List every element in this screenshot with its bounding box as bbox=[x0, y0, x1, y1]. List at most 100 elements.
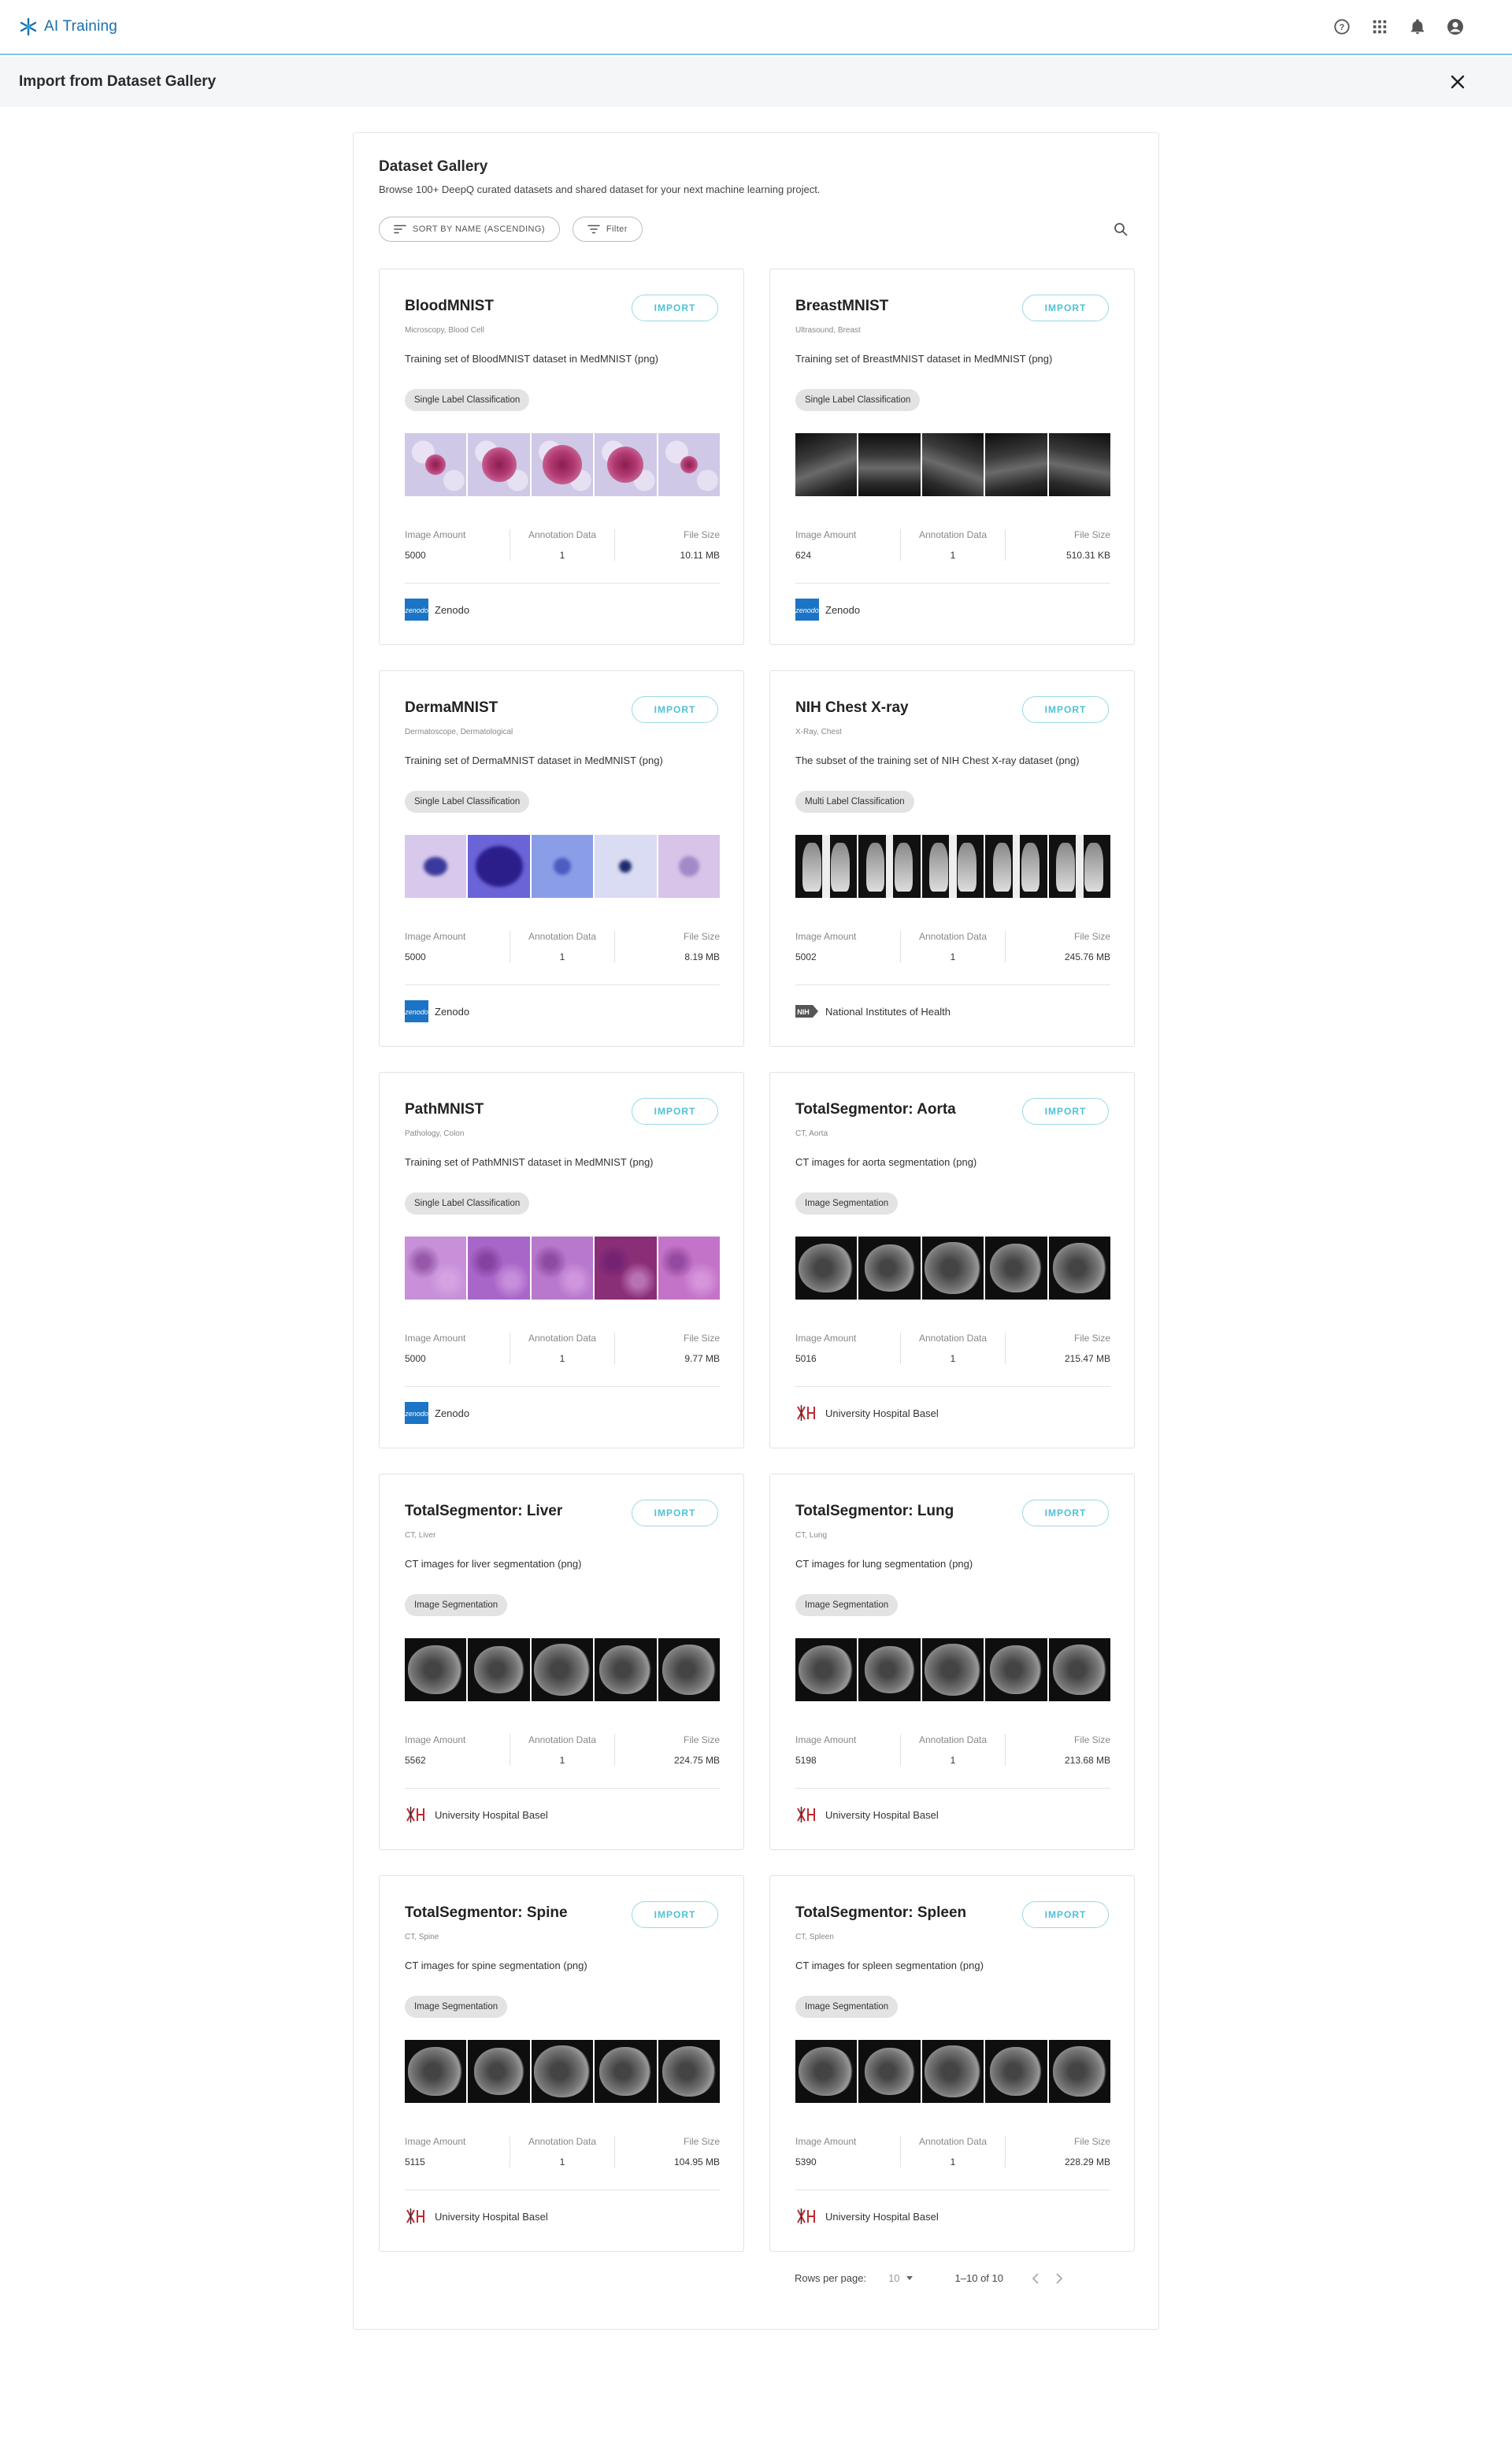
dataset-source: zenodo Zenodo bbox=[405, 599, 469, 621]
dataset-stats: Image Amount 5016 Annotation Data 1 File… bbox=[795, 1333, 1110, 1364]
annotation-data-value: 1 bbox=[559, 1755, 565, 1766]
dataset-preview-image bbox=[1048, 1638, 1111, 1701]
dataset-description: CT images for lung segmentation (png) bbox=[795, 1558, 973, 1570]
file-size-label: File Size bbox=[1074, 529, 1111, 540]
dataset-preview-image bbox=[1048, 2040, 1111, 2103]
image-amount-value: 5000 bbox=[405, 1353, 426, 1364]
svg-text:NIH: NIH bbox=[797, 1008, 810, 1016]
annotation-data-stat: Annotation Data 1 bbox=[509, 2136, 616, 2167]
account-circle-icon[interactable] bbox=[1444, 16, 1466, 38]
dialog-header: Import from Dataset Gallery bbox=[0, 57, 1512, 107]
dataset-modality: CT, Spleen bbox=[795, 1933, 834, 1941]
dataset-preview-image bbox=[595, 2040, 657, 2103]
dataset-stats: Image Amount 5115 Annotation Data 1 File… bbox=[405, 2136, 720, 2167]
help-icon[interactable]: ? bbox=[1331, 16, 1353, 38]
dataset-card-grid: BloodMNIST IMPORT Microscopy, Blood Cell… bbox=[379, 269, 1135, 2252]
dataset-card: BreastMNIST IMPORT Ultrasound, Breast Tr… bbox=[769, 269, 1135, 645]
import-button[interactable]: IMPORT bbox=[1022, 1098, 1109, 1125]
annotation-data-value: 1 bbox=[950, 1353, 956, 1364]
import-button[interactable]: IMPORT bbox=[632, 1901, 718, 1928]
apps-grid-icon[interactable] bbox=[1369, 16, 1391, 38]
dataset-preview-image bbox=[795, 1237, 858, 1300]
pagination: Rows per page: 10 1–10 of 10 bbox=[795, 2272, 1063, 2284]
annotation-data-stat: Annotation Data 1 bbox=[509, 1734, 616, 1766]
file-size-value: 9.77 MB bbox=[684, 1353, 721, 1364]
nih-logo-icon: NIH bbox=[795, 1000, 819, 1022]
dataset-preview-image bbox=[405, 2040, 467, 2103]
dataset-modality: CT, Lung bbox=[795, 1531, 828, 1540]
preview-strip bbox=[405, 1237, 721, 1300]
image-amount-stat: Image Amount 624 bbox=[795, 529, 900, 561]
dataset-preview-image bbox=[468, 433, 530, 496]
next-page-button[interactable] bbox=[1055, 2272, 1063, 2284]
import-button[interactable]: IMPORT bbox=[1022, 1500, 1109, 1526]
file-size-label: File Size bbox=[1074, 1333, 1111, 1344]
file-size-label: File Size bbox=[1074, 931, 1111, 942]
dataset-preview-image bbox=[531, 835, 594, 898]
bell-icon[interactable] bbox=[1406, 16, 1429, 38]
rows-per-page-label: Rows per page: bbox=[795, 2272, 867, 2284]
file-size-value: 215.47 MB bbox=[1064, 1353, 1111, 1364]
sort-button[interactable]: SORT BY NAME (ASCENDING) bbox=[379, 217, 560, 242]
dataset-card: PathMNIST IMPORT Pathology, Colon Traini… bbox=[379, 1072, 744, 1448]
search-icon bbox=[1114, 223, 1128, 236]
file-size-label: File Size bbox=[684, 1333, 721, 1344]
image-amount-value: 624 bbox=[795, 550, 812, 561]
close-button[interactable] bbox=[1446, 70, 1469, 94]
annotation-data-stat: Annotation Data 1 bbox=[899, 1333, 1006, 1364]
ai-logo-icon bbox=[20, 17, 37, 36]
gallery-description: Browse 100+ DeepQ curated datasets and s… bbox=[379, 184, 821, 195]
rows-per-page-select[interactable]: 10 bbox=[888, 2272, 913, 2284]
annotation-data-stat: Annotation Data 1 bbox=[899, 931, 1006, 962]
task-type-tag: Single Label Classification bbox=[405, 1192, 530, 1214]
basel-logo-icon bbox=[795, 2205, 819, 2227]
annotation-data-label: Annotation Data bbox=[528, 2136, 597, 2147]
dataset-modality: Pathology, Colon bbox=[405, 1129, 465, 1138]
image-amount-label: Image Amount bbox=[795, 1734, 857, 1745]
dataset-stats: Image Amount 5002 Annotation Data 1 File… bbox=[795, 931, 1110, 962]
preview-strip bbox=[795, 2040, 1111, 2103]
previous-page-button[interactable] bbox=[1032, 2272, 1040, 2284]
dataset-source: University Hospital Basel bbox=[795, 2205, 939, 2227]
source-name: Zenodo bbox=[435, 1407, 470, 1419]
task-type-tag: Multi Label Classification bbox=[795, 791, 914, 813]
image-amount-value: 5562 bbox=[405, 1755, 426, 1766]
card-divider bbox=[795, 1788, 1110, 1789]
file-size-label: File Size bbox=[1074, 1734, 1111, 1745]
dataset-preview-image bbox=[858, 433, 921, 496]
annotation-data-value: 1 bbox=[950, 1755, 956, 1766]
image-amount-label: Image Amount bbox=[405, 2136, 466, 2147]
search-button[interactable] bbox=[1111, 220, 1130, 239]
dataset-preview-image bbox=[595, 433, 657, 496]
import-button[interactable]: IMPORT bbox=[1022, 696, 1109, 723]
import-button[interactable]: IMPORT bbox=[632, 1098, 718, 1125]
filter-button[interactable]: Filter bbox=[572, 217, 643, 242]
source-name: National Institutes of Health bbox=[825, 1005, 951, 1018]
import-button[interactable]: IMPORT bbox=[632, 295, 718, 321]
dataset-description: Training set of BloodMNIST dataset in Me… bbox=[405, 353, 659, 365]
import-button[interactable]: IMPORT bbox=[632, 1500, 718, 1526]
annotation-data-stat: Annotation Data 1 bbox=[899, 2136, 1006, 2167]
import-button[interactable]: IMPORT bbox=[1022, 295, 1109, 321]
source-name: University Hospital Basel bbox=[825, 2210, 939, 2223]
card-divider bbox=[795, 1386, 1110, 1387]
chevron-left-icon bbox=[1032, 2272, 1039, 2284]
dataset-stats: Image Amount 624 Annotation Data 1 File … bbox=[795, 529, 1110, 561]
dataset-title: BloodMNIST bbox=[405, 298, 494, 314]
source-name: University Hospital Basel bbox=[825, 1407, 939, 1419]
image-amount-stat: Image Amount 5198 bbox=[795, 1734, 900, 1766]
svg-text:zenodo: zenodo bbox=[405, 1410, 428, 1418]
import-button[interactable]: IMPORT bbox=[632, 696, 718, 723]
dataset-title: TotalSegmentor: Spine bbox=[405, 1904, 568, 1921]
svg-text:zenodo: zenodo bbox=[405, 1008, 428, 1016]
app-brand[interactable]: AI Training bbox=[19, 17, 117, 36]
svg-text:zenodo: zenodo bbox=[795, 606, 819, 614]
dataset-description: CT images for liver segmentation (png) bbox=[405, 1558, 582, 1570]
filter-label: Filter bbox=[606, 224, 628, 234]
image-amount-value: 5016 bbox=[795, 1353, 817, 1364]
dataset-preview-image bbox=[595, 1638, 657, 1701]
dataset-description: CT images for aorta segmentation (png) bbox=[795, 1156, 977, 1168]
gallery-title: Dataset Gallery bbox=[379, 158, 488, 175]
dataset-preview-image bbox=[795, 2040, 858, 2103]
import-button[interactable]: IMPORT bbox=[1022, 1901, 1109, 1928]
